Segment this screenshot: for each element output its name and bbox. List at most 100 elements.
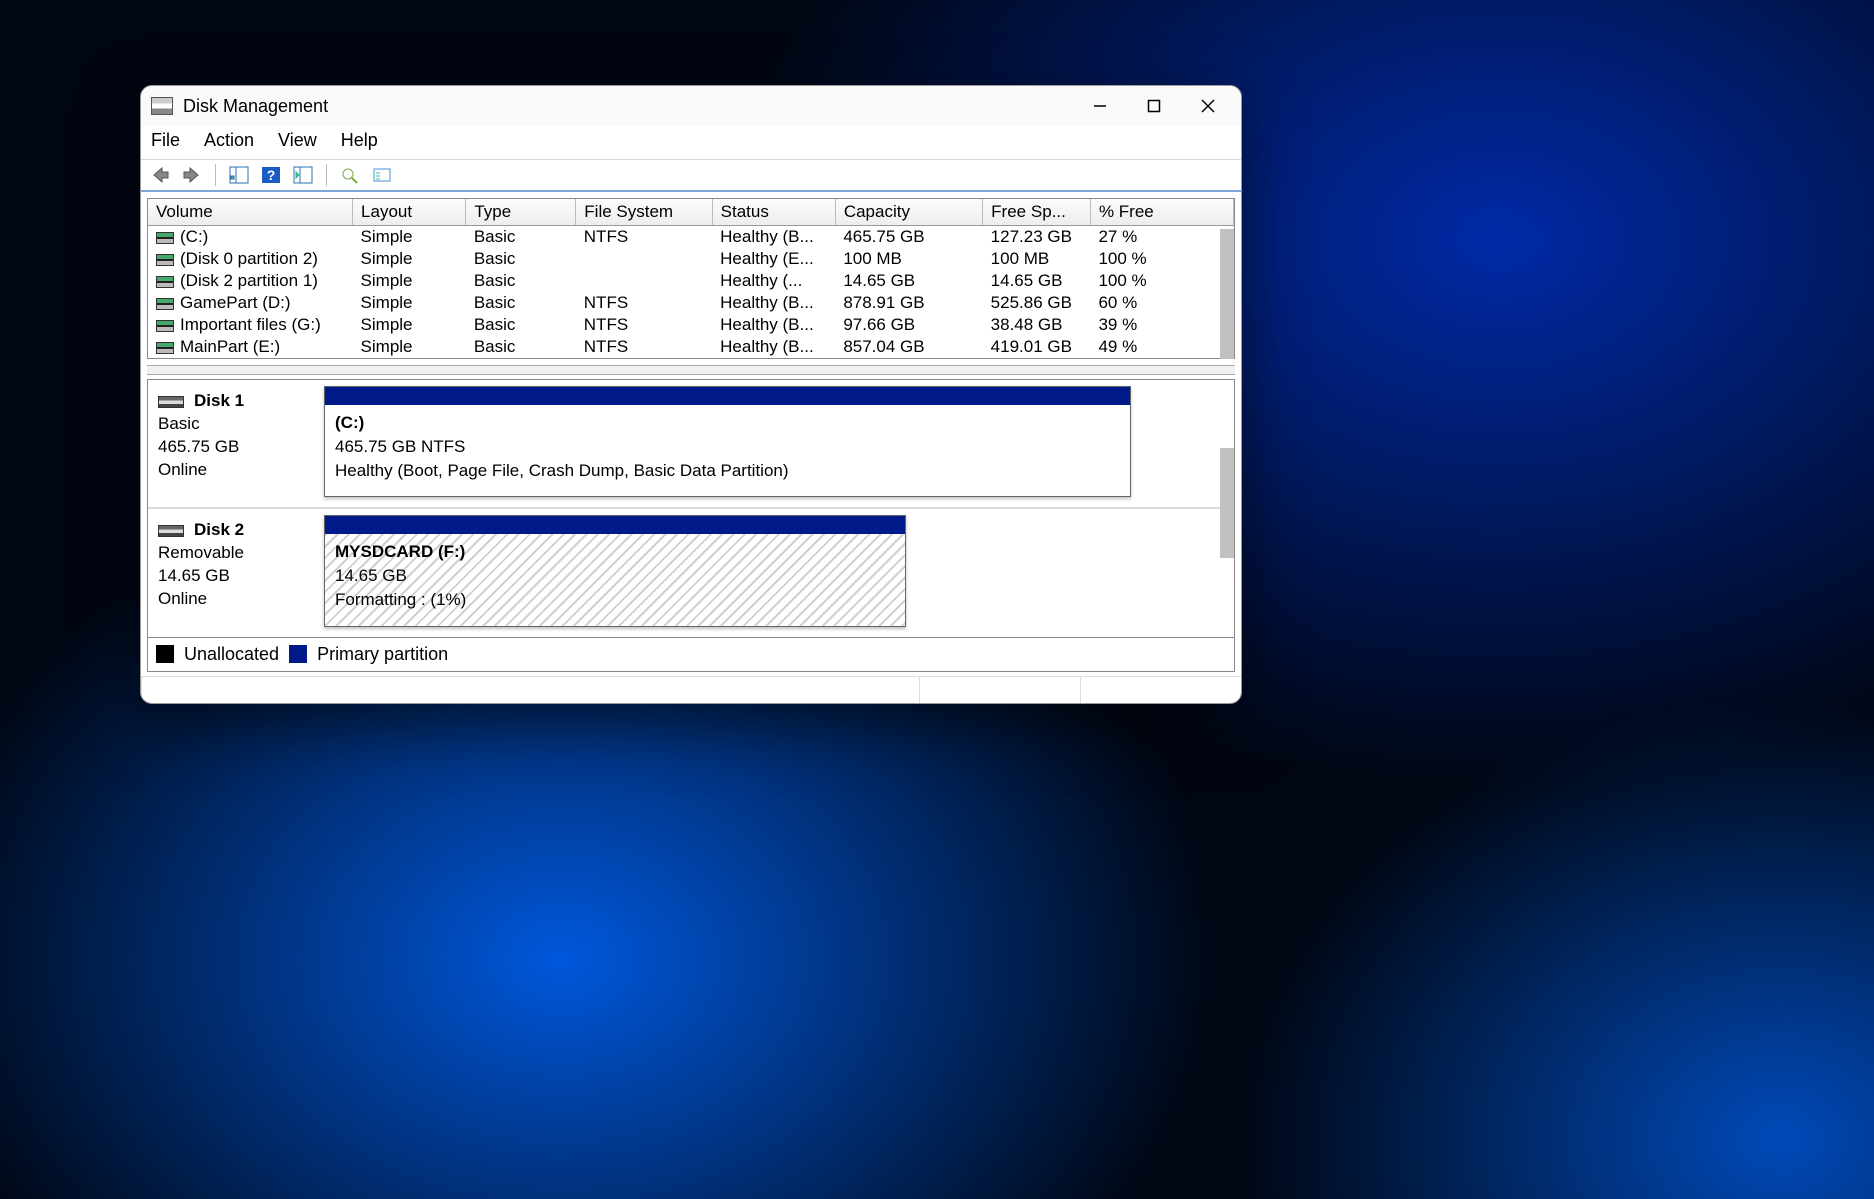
svg-text:?: ?: [267, 167, 276, 183]
cell-fs: NTFS: [576, 336, 712, 358]
partition-status: Formatting : (1%): [335, 588, 895, 612]
col-free[interactable]: Free Sp...: [983, 199, 1091, 226]
menu-action[interactable]: Action: [204, 130, 254, 151]
cell-layout: Simple: [353, 226, 466, 249]
forward-button[interactable]: [179, 164, 205, 186]
col-layout[interactable]: Layout: [353, 199, 466, 226]
cell-pct: 100 %: [1090, 248, 1233, 270]
table-row[interactable]: GamePart (D:)SimpleBasicNTFSHealthy (B..…: [148, 292, 1234, 314]
cell-capacity: 14.65 GB: [835, 270, 982, 292]
cell-pct: 49 %: [1090, 336, 1233, 358]
cell-status: Healthy (B...: [712, 226, 835, 249]
legend-primary: Primary partition: [317, 644, 448, 665]
col-volume[interactable]: Volume: [148, 199, 353, 226]
disk2-label[interactable]: Disk 2 Removable 14.65 GB Online: [148, 509, 318, 636]
cell-free: 419.01 GB: [983, 336, 1091, 358]
show-hide-tree-button[interactable]: [226, 164, 252, 186]
cell-free: 38.48 GB: [983, 314, 1091, 336]
cell-free: 14.65 GB: [983, 270, 1091, 292]
partition-name: MYSDCARD (F:): [335, 540, 895, 564]
volume-list[interactable]: Volume Layout Type File System Status Ca…: [147, 198, 1235, 359]
col-fs[interactable]: File System: [576, 199, 712, 226]
cell-capacity: 465.75 GB: [835, 226, 982, 249]
statusbar: [141, 676, 1241, 703]
table-row[interactable]: (C:)SimpleBasicNTFSHealthy (B...465.75 G…: [148, 226, 1234, 249]
close-button[interactable]: [1185, 91, 1231, 121]
cell-volume: MainPart (E:): [148, 336, 353, 358]
toolbar: ?: [141, 160, 1241, 192]
partition-c[interactable]: (C:) 465.75 GB NTFS Healthy (Boot, Page …: [324, 386, 1131, 497]
legend: Unallocated Primary partition: [147, 638, 1235, 672]
cell-volume: GamePart (D:): [148, 292, 353, 314]
col-pct[interactable]: % Free: [1090, 199, 1233, 226]
cell-status: Healthy (...: [712, 270, 835, 292]
column-headers[interactable]: Volume Layout Type File System Status Ca…: [148, 199, 1234, 226]
disk2-size: 14.65 GB: [158, 566, 230, 585]
disk1-status: Online: [158, 460, 207, 479]
cell-type: Basic: [466, 248, 576, 270]
cell-free: 525.86 GB: [983, 292, 1091, 314]
disk2-status: Online: [158, 589, 207, 608]
rescan-button[interactable]: [337, 164, 363, 186]
cell-pct: 100 %: [1090, 270, 1233, 292]
cell-pct: 39 %: [1090, 314, 1233, 336]
disk-management-window: Disk Management File Action View Help ?: [140, 85, 1242, 704]
partition-size: 14.65 GB: [335, 564, 895, 588]
cell-type: Basic: [466, 314, 576, 336]
cell-type: Basic: [466, 226, 576, 249]
col-status[interactable]: Status: [712, 199, 835, 226]
cell-volume: (C:): [148, 226, 353, 249]
table-row[interactable]: (Disk 2 partition 1)SimpleBasicHealthy (…: [148, 270, 1234, 292]
cell-volume: Important files (G:): [148, 314, 353, 336]
help-button[interactable]: ?: [258, 164, 284, 186]
window-title: Disk Management: [183, 96, 328, 117]
refresh-button[interactable]: [290, 164, 316, 186]
table-row[interactable]: MainPart (E:)SimpleBasicNTFSHealthy (B..…: [148, 336, 1234, 358]
disk1-size: 465.75 GB: [158, 437, 239, 456]
disk1-name: Disk 1: [194, 391, 244, 410]
cell-capacity: 857.04 GB: [835, 336, 982, 358]
back-button[interactable]: [147, 164, 173, 186]
partition-header: [325, 387, 1130, 405]
pane-splitter[interactable]: [147, 365, 1235, 375]
menu-help[interactable]: Help: [341, 130, 378, 151]
disk-icon: [158, 525, 184, 537]
menu-view[interactable]: View: [278, 130, 317, 151]
swatch-primary: [289, 645, 307, 663]
table-row[interactable]: (Disk 0 partition 2)SimpleBasicHealthy (…: [148, 248, 1234, 270]
partition-f[interactable]: MYSDCARD (F:) 14.65 GB Formatting : (1%): [324, 515, 906, 626]
table-row[interactable]: Important files (G:)SimpleBasicNTFSHealt…: [148, 314, 1234, 336]
partition-name: (C:): [335, 411, 1120, 435]
minimize-button[interactable]: [1077, 91, 1123, 121]
volume-icon: [156, 232, 174, 244]
app-icon: [151, 97, 173, 115]
cell-free: 127.23 GB: [983, 226, 1091, 249]
cell-status: Healthy (B...: [712, 314, 835, 336]
cell-pct: 60 %: [1090, 292, 1233, 314]
legend-unallocated: Unallocated: [184, 644, 279, 665]
volume-list-scrollbar[interactable]: [1220, 229, 1234, 359]
cell-layout: Simple: [353, 270, 466, 292]
cell-volume: (Disk 2 partition 1): [148, 270, 353, 292]
disk2-name: Disk 2: [194, 520, 244, 539]
disk-icon: [158, 396, 184, 408]
partition-status: Healthy (Boot, Page File, Crash Dump, Ba…: [335, 459, 1120, 483]
col-capacity[interactable]: Capacity: [835, 199, 982, 226]
col-type[interactable]: Type: [466, 199, 576, 226]
cell-fs: [576, 248, 712, 270]
disk-map-scrollbar[interactable]: [1220, 448, 1234, 558]
cell-fs: NTFS: [576, 292, 712, 314]
cell-layout: Simple: [353, 336, 466, 358]
titlebar[interactable]: Disk Management: [141, 86, 1241, 126]
cell-capacity: 100 MB: [835, 248, 982, 270]
cell-pct: 27 %: [1090, 226, 1233, 249]
menu-file[interactable]: File: [151, 130, 180, 151]
properties-button[interactable]: [369, 164, 395, 186]
cell-layout: Simple: [353, 248, 466, 270]
maximize-button[interactable]: [1131, 91, 1177, 121]
cell-status: Healthy (B...: [712, 336, 835, 358]
volume-icon: [156, 342, 174, 354]
disk1-label[interactable]: Disk 1 Basic 465.75 GB Online: [148, 380, 318, 507]
cell-layout: Simple: [353, 292, 466, 314]
cell-fs: NTFS: [576, 226, 712, 249]
